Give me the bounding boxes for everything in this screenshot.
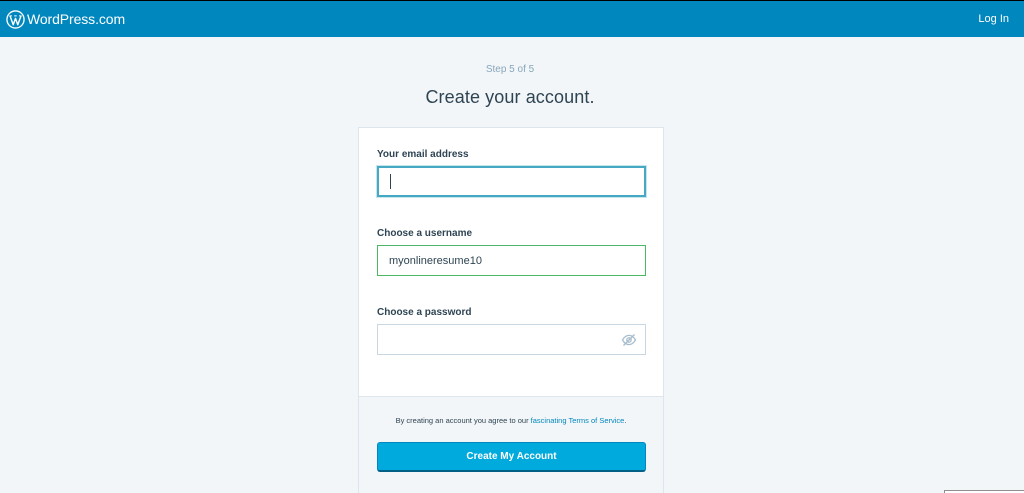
wordpress-brand[interactable]: WordPress.com [6, 9, 126, 29]
email-label: Your email address [377, 149, 469, 160]
eye-slash-icon[interactable] [621, 332, 637, 348]
wordpress-logo-icon [6, 9, 25, 29]
terms-suffix: . [624, 416, 627, 425]
login-link[interactable]: Log In [978, 13, 1009, 25]
terms-prefix: By creating an account you agree to our [395, 416, 531, 425]
brand-name: WordPress.com [27, 11, 126, 27]
page-title: Create your account. [425, 87, 595, 107]
form-footer: By creating an account you agree to our … [358, 397, 664, 493]
terms-of-service-link[interactable]: fascinating Terms of Service [531, 416, 625, 425]
email-field[interactable] [377, 166, 646, 197]
step-indicator: Step 5 of 5 [485, 64, 535, 75]
masterbar: WordPress.com Log In [0, 0, 1024, 37]
username-field[interactable]: myonlineresume10 [377, 245, 646, 276]
password-field[interactable] [377, 324, 646, 355]
password-label: Choose a password [377, 307, 472, 318]
terms-text: By creating an account you agree to our … [359, 416, 663, 425]
create-account-button[interactable]: Create My Account [377, 442, 646, 472]
username-value: myonlineresume10 [389, 254, 482, 267]
text-caret [390, 174, 391, 189]
signup-form-card: Your email address Choose a username myo… [358, 127, 664, 397]
username-label: Choose a username [377, 228, 473, 239]
